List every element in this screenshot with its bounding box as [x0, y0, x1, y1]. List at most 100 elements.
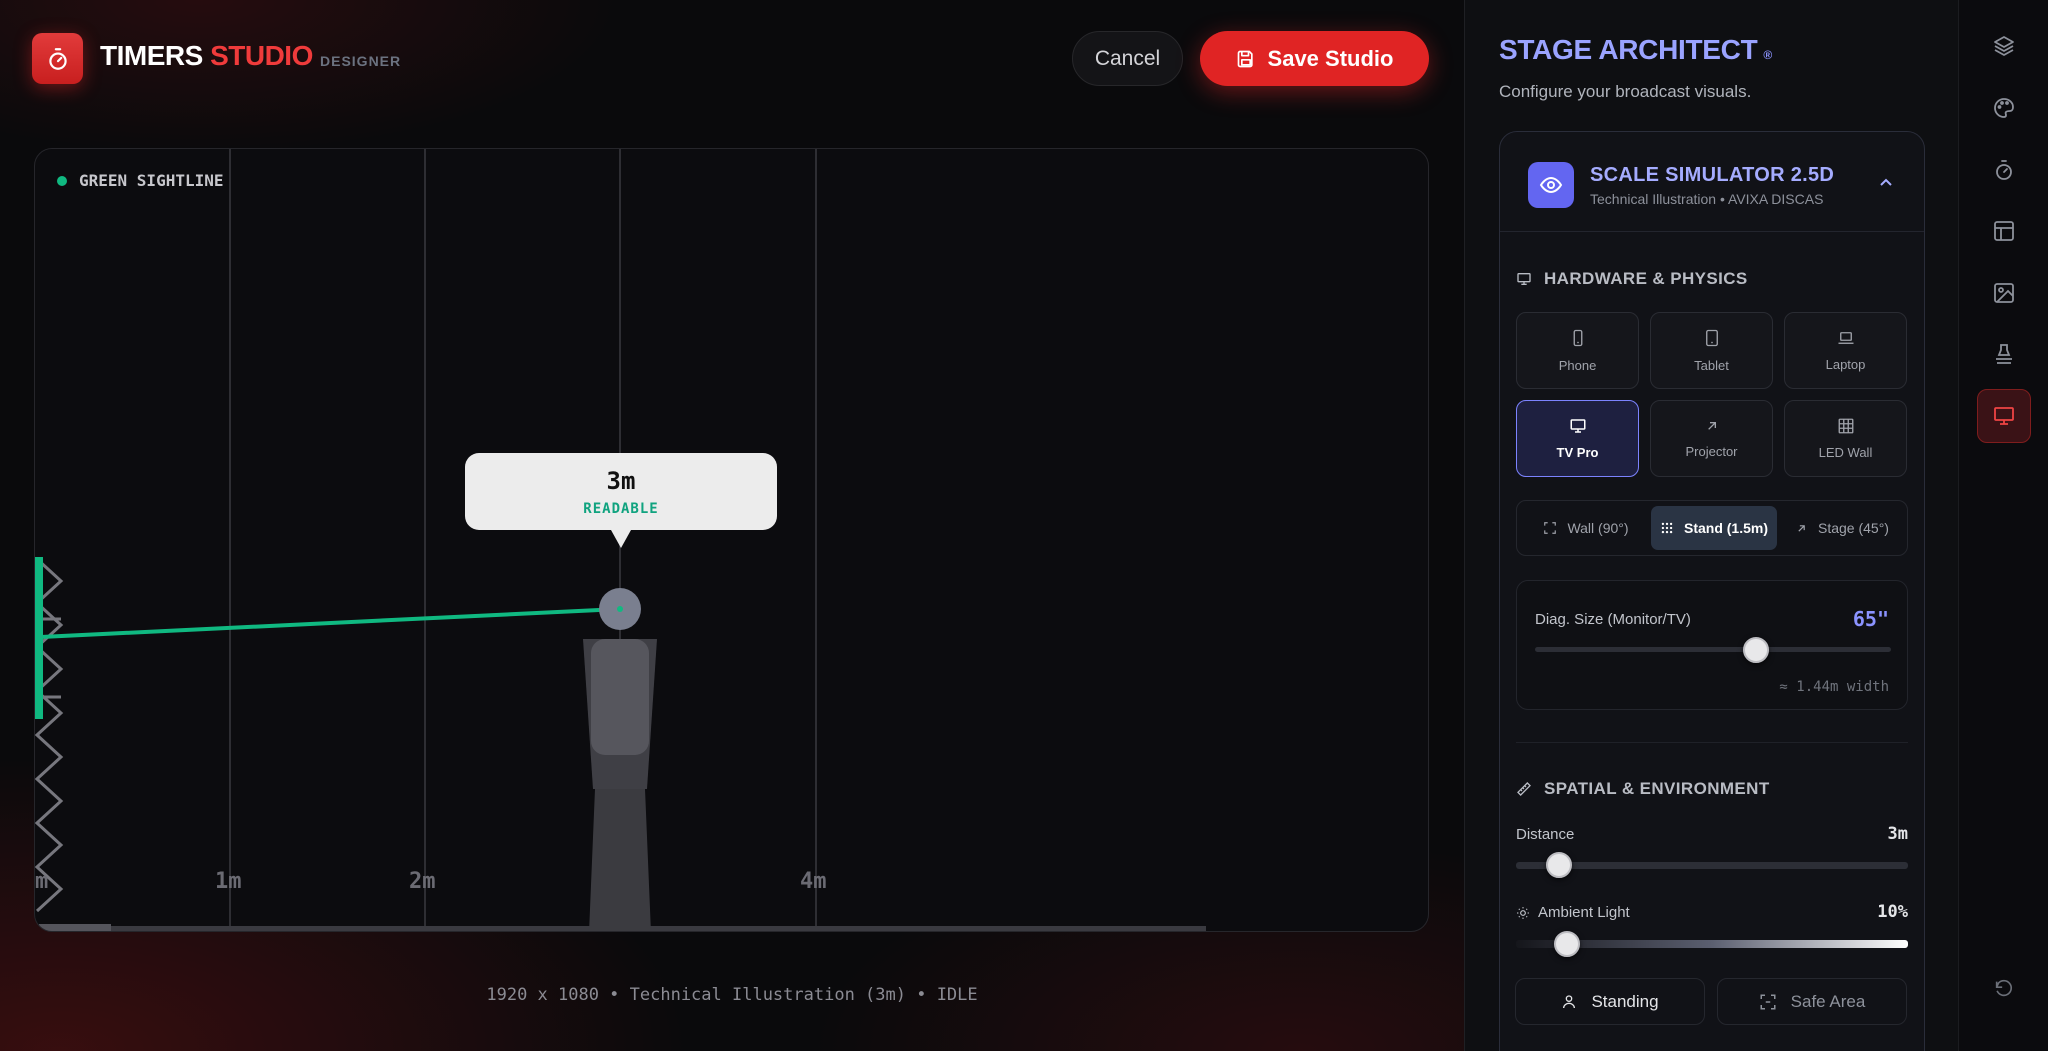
distance-tooltip: 3m READABLE	[465, 453, 777, 548]
monitor-icon	[1570, 419, 1585, 433]
arrow-up-right-small-icon	[1798, 524, 1805, 532]
save-studio-label: Save Studio	[1267, 45, 1394, 71]
stopwatch-logo-icon	[32, 33, 83, 84]
diag-size-note: ≈ 1.44m width	[1779, 679, 1889, 695]
device-tablet-label: Tablet	[1694, 358, 1729, 373]
brand-subtitle: DESIGNER	[320, 53, 402, 69]
tooltip-status: READABLE	[583, 500, 659, 517]
monitor-rail-icon[interactable]	[1977, 389, 2031, 443]
mount-stage-label: Stage (45°)	[1818, 520, 1889, 536]
ambient-light-value: 10%	[1877, 902, 1908, 922]
canvas-footer-info: 1920 x 1080 • Technical Illustration (3m…	[486, 985, 978, 1005]
section-divider	[1516, 742, 1908, 743]
sun-icon	[1517, 906, 1529, 919]
mount-wall[interactable]: Wall (90°)	[1523, 506, 1649, 550]
save-studio-button[interactable]: Save Studio	[1200, 31, 1429, 86]
diag-size-track[interactable]	[1535, 647, 1891, 652]
stage-canvas[interactable]: GREEN SIGHTLINE m 1m 2m 4m 3m READABLE	[34, 148, 1429, 932]
green-dot-icon	[57, 175, 67, 186]
mount-stand-label: Stand (1.5m)	[1683, 520, 1768, 536]
cancel-button[interactable]: Cancel	[1072, 31, 1183, 86]
device-laptop-label: Laptop	[1825, 357, 1866, 372]
spatial-heading-label: SPATIAL & ENVIRONMENT	[1544, 779, 1770, 798]
device-tv-pro-label: TV Pro	[1556, 445, 1599, 460]
laptop-icon	[1838, 332, 1853, 344]
image-icon[interactable]	[1979, 268, 2029, 318]
device-led-wall-label: LED Wall	[1818, 445, 1873, 460]
panel-subtitle: Configure your broadcast visuals.	[1499, 82, 1752, 101]
hardware-heading-label: HARDWARE & PHYSICS	[1544, 269, 1748, 288]
mount-selector: Wall (90°) Stand (1.5m) Stage (45°)	[1516, 500, 1908, 556]
spatial-heading: SPATIAL & ENVIRONMENT	[1516, 779, 1770, 799]
device-led-wall[interactable]: LED Wall	[1784, 400, 1907, 477]
eye-icon	[1528, 162, 1574, 208]
brand-title: TIMERS STUDIO	[100, 40, 313, 72]
brand-word-studio: STUDIO	[210, 40, 313, 71]
grid-label-4m: 4m	[800, 869, 827, 894]
grid-label-0: m	[35, 869, 49, 894]
mount-wall-label: Wall (90°)	[1567, 520, 1629, 536]
device-projector-label: Projector	[1685, 444, 1738, 459]
diag-size-label: Diag. Size (Monitor/TV)	[1535, 611, 1691, 628]
standing-label: Standing	[1591, 991, 1659, 1011]
layers-icon[interactable]	[1979, 21, 2029, 71]
device-tablet[interactable]: Tablet	[1650, 312, 1773, 389]
stage-illustration	[35, 149, 1206, 931]
phone-icon	[1573, 329, 1582, 347]
grid-label-1m: 1m	[215, 869, 242, 894]
tooltip-distance: 3m	[606, 466, 636, 495]
safe-area-label: Safe Area	[1790, 991, 1866, 1011]
diag-size-slider-thumb[interactable]	[1742, 637, 1769, 663]
stage-architect-panel: STAGE ARCHITECT ® Configure your broadcas…	[1464, 0, 1958, 1051]
scale-simulator-card: SCALE SIMULATOR 2.5D Technical Illustrat…	[1499, 131, 1925, 1051]
distance-value: 3m	[1887, 824, 1908, 844]
simulator-header[interactable]: SCALE SIMULATOR 2.5D Technical Illustrat…	[1500, 132, 1924, 232]
ruler-icon	[1517, 782, 1531, 796]
stopwatch-icon[interactable]	[1979, 145, 2029, 195]
device-projector[interactable]: Projector	[1650, 400, 1773, 477]
hardware-heading: HARDWARE & PHYSICS	[1516, 269, 1748, 289]
simulator-subtitle: Technical Illustration • AVIXA DISCAS	[1590, 191, 1824, 207]
stamp-icon[interactable]	[1979, 329, 2029, 379]
diag-size-card: Diag. Size (Monitor/TV) 65" ≈ 1.44m widt…	[1516, 580, 1908, 710]
panel-title-text: STAGE ARCHITECT	[1499, 34, 1758, 65]
undo-icon[interactable]	[1979, 964, 2029, 1014]
grid-label-2m: 2m	[409, 869, 436, 894]
floor-track-start	[39, 924, 111, 931]
sightline-legend: GREEN SIGHTLINE	[57, 171, 224, 190]
device-phone-label: Phone	[1558, 358, 1597, 373]
layout-icon[interactable]	[1979, 206, 2029, 256]
device-tv-pro[interactable]: TV Pro	[1516, 400, 1639, 477]
distance-track[interactable]	[1516, 862, 1908, 869]
panel-title: STAGE ARCHITECT ®	[1499, 34, 1772, 66]
frame-icon	[1544, 522, 1557, 534]
device-phone[interactable]: Phone	[1516, 312, 1639, 389]
person-icon	[1563, 994, 1576, 1008]
icon-rail	[1958, 0, 2048, 1051]
distance-label: Distance	[1516, 826, 1575, 843]
arrow-up-right-icon	[1707, 422, 1716, 430]
palette-icon[interactable]	[1979, 83, 2029, 133]
save-icon	[1237, 50, 1253, 67]
ambient-light-row: Ambient Light	[1516, 904, 1630, 921]
device-laptop[interactable]: Laptop	[1784, 312, 1907, 389]
diag-size-value: 65"	[1852, 607, 1889, 631]
standing-button[interactable]: Standing	[1515, 978, 1705, 1025]
grid-icon	[1838, 418, 1853, 434]
safe-area-button[interactable]: Safe Area	[1717, 978, 1907, 1025]
monitor-small-icon	[1517, 273, 1531, 285]
distance-slider-thumb[interactable]	[1546, 852, 1573, 878]
brand-word-timers: TIMERS	[100, 40, 203, 71]
frame-icon	[1760, 994, 1776, 1009]
mount-stage[interactable]: Stage (45°)	[1779, 506, 1905, 550]
tablet-icon	[1705, 329, 1718, 347]
viewer-floor-beam	[589, 789, 651, 931]
sightline	[40, 607, 621, 639]
simulator-title: SCALE SIMULATOR 2.5D	[1590, 164, 1835, 186]
dots-grid-icon	[1661, 522, 1673, 534]
mount-stand[interactable]: Stand (1.5m)	[1651, 506, 1777, 550]
ambient-light-slider-thumb[interactable]	[1553, 931, 1580, 957]
viewer-body	[591, 639, 649, 755]
chevron-up-icon[interactable]	[1878, 176, 1894, 188]
ambient-light-label: Ambient Light	[1538, 904, 1630, 921]
